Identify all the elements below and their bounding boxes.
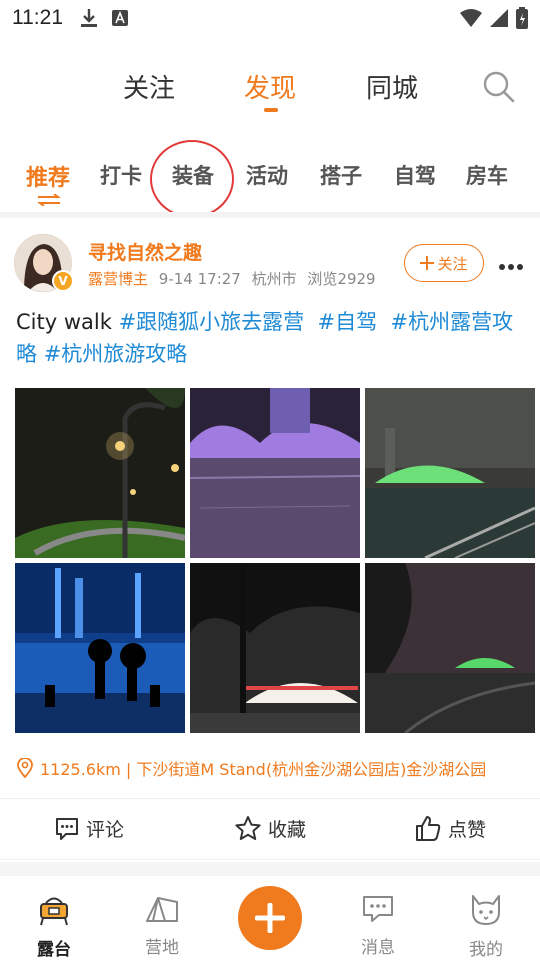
photo-thumbnail[interactable] bbox=[365, 563, 535, 733]
favorite-label: 收藏 bbox=[268, 819, 307, 841]
author-role: 露营博主 bbox=[88, 270, 149, 288]
thumbs-up-icon bbox=[416, 816, 441, 841]
tab-following[interactable]: 关注 bbox=[123, 68, 175, 105]
follow-button[interactable]: 关注 bbox=[404, 244, 484, 282]
tent-icon bbox=[146, 897, 178, 922]
post-text-plain: City walk bbox=[16, 310, 119, 334]
post-text: City walk #跟随狐小旅去露营 #自驾 #杭州露营攻略 #杭州旅游攻略 bbox=[16, 306, 528, 370]
comment-icon bbox=[56, 817, 78, 840]
photo-thumbnail[interactable] bbox=[15, 388, 185, 558]
verified-badge-icon: V bbox=[52, 270, 74, 292]
nav-camp-label: 营地 bbox=[145, 938, 179, 958]
category-self-drive[interactable]: 自驾 bbox=[394, 160, 436, 190]
hashtag[interactable]: #跟随狐小旅去露营 bbox=[119, 310, 305, 334]
message-icon bbox=[363, 896, 393, 922]
category-checkin[interactable]: 打卡 bbox=[100, 160, 142, 190]
text-notification-icon bbox=[112, 10, 128, 26]
section-divider bbox=[0, 862, 540, 876]
star-icon bbox=[235, 816, 261, 840]
location-pin-icon bbox=[17, 758, 33, 778]
download-icon bbox=[81, 9, 97, 27]
photo-thumbnail[interactable] bbox=[15, 563, 185, 733]
section-divider bbox=[0, 212, 540, 218]
tab-discover[interactable]: 发现 bbox=[244, 68, 296, 105]
swap-arrows-icon bbox=[37, 194, 61, 206]
location-text: 1125.6km | 下沙街道M Stand(杭州金沙湖公园店)金沙湖公园 bbox=[40, 760, 487, 779]
follow-label: 关注 bbox=[437, 254, 468, 273]
signal-icon bbox=[490, 9, 508, 27]
camp-table-icon bbox=[40, 897, 68, 926]
tab-local[interactable]: 同城 bbox=[366, 68, 418, 105]
author-name[interactable]: 寻找自然之趣 bbox=[88, 238, 202, 265]
highlight-annotation-circle bbox=[150, 140, 234, 218]
status-time: 11:21 bbox=[12, 6, 63, 29]
battery-icon bbox=[516, 7, 528, 29]
post-datetime: 9-14 17:27 bbox=[158, 270, 241, 288]
active-tab-indicator bbox=[264, 108, 278, 112]
photo-thumbnail[interactable] bbox=[365, 388, 535, 558]
category-activities[interactable]: 活动 bbox=[246, 160, 288, 190]
category-tab-bar: 推荐 打卡 装备 活动 搭子 自驾 房车 bbox=[0, 160, 540, 210]
like-label: 点赞 bbox=[448, 819, 487, 841]
plus-icon bbox=[420, 256, 435, 270]
comment-label: 评论 bbox=[86, 819, 125, 841]
nav-messages-label: 消息 bbox=[361, 938, 395, 958]
photo-thumbnail[interactable] bbox=[190, 388, 360, 558]
search-icon[interactable] bbox=[482, 70, 516, 104]
bottom-nav: 露台 营地 消息 我的 bbox=[0, 876, 540, 960]
top-tab-bar: 关注 发现 同城 bbox=[0, 68, 540, 118]
category-buddies[interactable]: 搭子 bbox=[320, 160, 362, 190]
more-options-icon[interactable] bbox=[498, 252, 524, 277]
hashtag[interactable]: #自驾 bbox=[318, 310, 378, 334]
like-button[interactable]: 点赞 bbox=[414, 815, 486, 842]
nav-messages[interactable]: 消息 bbox=[338, 894, 418, 958]
nav-camp[interactable]: 营地 bbox=[122, 894, 202, 958]
nav-home[interactable]: 露台 bbox=[14, 894, 94, 960]
hashtag[interactable]: #杭州旅游攻略 bbox=[44, 342, 188, 366]
nav-mine[interactable]: 我的 bbox=[446, 894, 526, 960]
status-bar: 11:21 bbox=[0, 0, 540, 36]
post-city: 杭州市 bbox=[251, 270, 297, 288]
wifi-icon bbox=[460, 9, 482, 27]
create-post-button[interactable] bbox=[238, 886, 302, 950]
nav-home-label: 露台 bbox=[37, 940, 71, 960]
favorite-button[interactable]: 收藏 bbox=[234, 815, 306, 842]
plus-icon bbox=[255, 903, 285, 933]
post-meta: 露营博主 9-14 17:27 杭州市 浏览2929 bbox=[88, 268, 376, 289]
category-rv[interactable]: 房车 bbox=[466, 160, 508, 190]
post-views: 浏览2929 bbox=[307, 270, 376, 288]
fox-face-icon bbox=[472, 895, 500, 925]
nav-mine-label: 我的 bbox=[469, 940, 503, 960]
photo-thumbnail[interactable] bbox=[190, 563, 360, 733]
location-link[interactable]: 1125.6km | 下沙街道M Stand(杭州金沙湖公园店)金沙湖公园 bbox=[16, 756, 486, 780]
post-action-bar: 评论 收藏 点赞 bbox=[0, 798, 540, 860]
category-recommended[interactable]: 推荐 bbox=[26, 160, 70, 192]
comment-button[interactable]: 评论 bbox=[54, 815, 124, 842]
